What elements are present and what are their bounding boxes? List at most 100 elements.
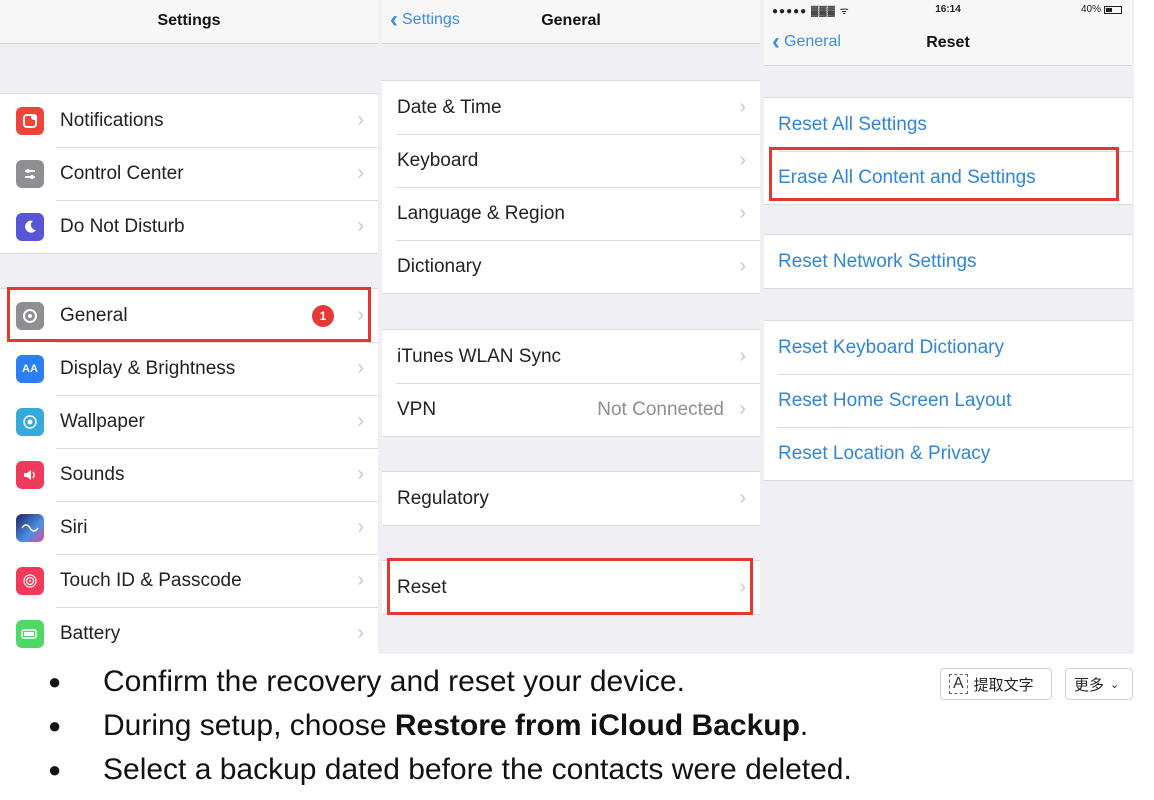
more-label: 更多	[1074, 676, 1105, 694]
chevron-right-icon: ›	[357, 215, 364, 237]
action-label: Reset Keyboard Dictionary	[778, 336, 1004, 358]
sounds-icon	[16, 460, 44, 489]
list-item-label: iTunes WLAN Sync	[397, 345, 562, 367]
general-item-vpn[interactable]: VPN Not Connected ›	[382, 383, 760, 436]
reset-location-privacy-button[interactable]: Reset Location & Privacy	[764, 427, 1132, 480]
bullet-icon: ●	[48, 713, 62, 738]
reset-home-screen-layout-button[interactable]: Reset Home Screen Layout	[764, 374, 1132, 427]
settings-item-control-center[interactable]: Control Center ›	[0, 147, 378, 200]
page-title: Settings	[157, 12, 221, 29]
sidebar-item-label: Sounds	[60, 463, 125, 485]
status-bar: ●●●●● ▓▓▓ ᯤ 16:14 40%	[764, 0, 1132, 22]
list-item-label: Keyboard	[397, 149, 479, 171]
chevron-right-icon: ›	[357, 109, 364, 131]
settings-item-battery[interactable]: Battery ›	[0, 607, 378, 654]
settings-panel: Settings Notifications › Control Center …	[0, 0, 378, 654]
step-text: During setup, choose Restore from iCloud…	[103, 709, 808, 743]
step-text-bold: Restore from iCloud Backup	[394, 709, 800, 742]
step-text: Confirm the recovery and reset your devi…	[103, 665, 685, 698]
sidebar-item-label: Battery	[60, 622, 121, 644]
control-center-icon	[16, 159, 44, 188]
status-time: 16:14	[935, 4, 961, 15]
settings-item-wallpaper[interactable]: Wallpaper ›	[0, 395, 378, 448]
general-group-2: iTunes WLAN Sync › VPN Not Connected ›	[382, 329, 760, 437]
battery-icon	[1104, 5, 1122, 14]
text-recognition-icon: A	[949, 674, 968, 694]
settings-item-siri[interactable]: Siri ›	[0, 501, 378, 554]
step-text-pre: During setup, choose	[103, 709, 395, 742]
chevron-right-icon: ›	[357, 410, 364, 432]
chevron-down-icon: ⌄	[1110, 678, 1120, 691]
sidebar-item-label: Do Not Disturb	[60, 215, 185, 237]
chevron-right-icon: ›	[739, 149, 746, 171]
reset-all-settings-button[interactable]: Reset All Settings	[764, 98, 1132, 151]
action-label: Reset Home Screen Layout	[778, 389, 1012, 411]
reset-group-3: Reset Keyboard Dictionary Reset Home Scr…	[764, 320, 1132, 481]
step-text: Select a backup dated before the contact…	[103, 753, 852, 786]
general-item-dictionary[interactable]: Dictionary ›	[382, 240, 760, 293]
display-icon: AA	[16, 354, 44, 383]
chevron-right-icon: ›	[739, 345, 746, 367]
sidebar-item-label: Display & Brightness	[60, 357, 236, 379]
settings-item-sounds[interactable]: Sounds ›	[0, 448, 378, 501]
chevron-right-icon: ›	[739, 398, 746, 420]
instruction-list: ● Confirm the recovery and reset your de…	[48, 660, 852, 792]
settings-group-2: General 1 › AA Display & Brightness › Wa…	[0, 288, 378, 654]
bullet-icon: ●	[48, 757, 62, 782]
general-item-date-time[interactable]: Date & Time ›	[382, 81, 760, 134]
general-item-regulatory[interactable]: Regulatory ›	[382, 472, 760, 525]
reset-keyboard-dictionary-button[interactable]: Reset Keyboard Dictionary	[764, 321, 1132, 374]
bullet-icon: ●	[48, 669, 62, 694]
reset-panel: ●●●●● ▓▓▓ ᯤ 16:14 40% ‹ General Reset Re…	[764, 0, 1132, 654]
settings-item-touch-id[interactable]: Touch ID & Passcode ›	[0, 554, 378, 607]
battery-percent: 40%	[1080, 4, 1101, 15]
general-item-keyboard[interactable]: Keyboard ›	[382, 134, 760, 187]
notifications-icon	[16, 106, 44, 135]
settings-navbar: Settings	[0, 0, 378, 44]
list-item: ● Select a backup dated before the conta…	[48, 748, 852, 792]
general-navbar: ‹ Settings General	[382, 0, 760, 44]
reset-group-1: Reset All Settings Erase All Content and…	[764, 97, 1132, 205]
settings-item-display[interactable]: AA Display & Brightness ›	[0, 342, 378, 395]
chevron-right-icon: ›	[739, 576, 746, 598]
gear-icon	[16, 301, 44, 330]
general-item-language-region[interactable]: Language & Region ›	[382, 187, 760, 240]
sidebar-item-label: Notifications	[60, 109, 164, 131]
more-button[interactable]: 更多 ⌄	[1065, 668, 1133, 700]
chevron-right-icon: ›	[357, 463, 364, 485]
page-title: General	[541, 12, 601, 29]
action-label: Reset Network Settings	[778, 250, 977, 272]
fingerprint-icon	[16, 566, 44, 595]
action-label: Reset All Settings	[778, 113, 927, 135]
general-item-itunes-wlan-sync[interactable]: iTunes WLAN Sync ›	[382, 330, 760, 383]
list-item-label: Language & Region	[397, 202, 565, 224]
notification-badge: 1	[312, 304, 334, 327]
list-item-label: Reset	[397, 576, 447, 598]
screenshot-collage: Settings Notifications › Control Center …	[0, 0, 1134, 654]
battery-status: 40%	[1081, 4, 1122, 15]
list-item-label: VPN	[397, 398, 437, 420]
reset-network-settings-button[interactable]: Reset Network Settings	[764, 235, 1132, 288]
sidebar-item-label: Wallpaper	[60, 410, 145, 432]
action-label: Reset Location & Privacy	[778, 442, 991, 464]
erase-all-content-button[interactable]: Erase All Content and Settings	[764, 151, 1132, 204]
sidebar-item-label: Siri	[60, 516, 88, 538]
general-item-reset[interactable]: Reset ›	[382, 561, 760, 614]
siri-icon	[16, 513, 44, 542]
settings-item-do-not-disturb[interactable]: Do Not Disturb ›	[0, 200, 378, 253]
reset-group-2: Reset Network Settings	[764, 234, 1132, 289]
reset-navbar: ‹ General Reset	[764, 22, 1132, 66]
chevron-right-icon: ›	[739, 487, 746, 509]
settings-item-notifications[interactable]: Notifications ›	[0, 94, 378, 147]
extract-text-button[interactable]: A 提取文字	[940, 668, 1052, 700]
settings-item-general[interactable]: General 1 ›	[0, 289, 378, 342]
step-text-post: .	[799, 709, 809, 742]
general-group-3: Regulatory ›	[382, 471, 760, 526]
sidebar-item-label: Touch ID & Passcode	[60, 569, 242, 591]
wallpaper-icon	[16, 407, 44, 436]
chevron-right-icon: ›	[357, 357, 364, 379]
list-item: ● Confirm the recovery and reset your de…	[48, 660, 852, 704]
chevron-right-icon: ›	[357, 162, 364, 184]
chevron-right-icon: ›	[357, 516, 364, 538]
battery-icon	[16, 619, 44, 648]
